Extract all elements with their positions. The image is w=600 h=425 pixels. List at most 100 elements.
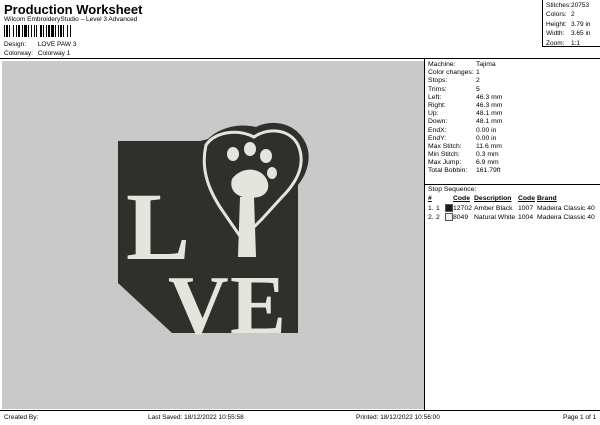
info-row: Right: 46.3 mm	[428, 102, 600, 110]
summary-label: Zoom:	[546, 39, 565, 47]
row-stop: 1	[436, 204, 440, 212]
col-header-brand: Brand	[537, 195, 557, 202]
barcode	[4, 25, 112, 37]
info-value: 46.3 mm	[476, 93, 503, 101]
info-label: Machine:	[428, 61, 456, 68]
info-row: EndY: 0.00 in	[428, 135, 600, 143]
info-row: Machine: Tajima	[428, 61, 600, 69]
info-row: EndX: 0.00 in	[428, 127, 600, 135]
col-header-thread-code: Code	[518, 195, 535, 202]
row-swatch	[445, 213, 453, 223]
created-by: Created By:	[4, 414, 39, 421]
info-value: 5	[476, 85, 480, 93]
letter-e: E	[230, 259, 286, 352]
info-row: Up: 48.1 mm	[428, 110, 600, 118]
info-row: Left: 46.3 mm	[428, 94, 600, 102]
info-label: EndY:	[428, 134, 447, 142]
table-row: 2. 2 8049 Natural White 1004 Madeira Cla…	[425, 213, 600, 223]
col-header-index: #	[428, 195, 432, 202]
info-label: Min Stitch:	[428, 151, 460, 159]
color-swatch	[445, 203, 453, 212]
info-label: Right:	[428, 101, 446, 109]
col-header-swatch	[445, 194, 453, 204]
info-row: Total Bobbin: 161.79ft	[428, 167, 600, 175]
info-value: 2	[476, 77, 480, 85]
summary-value: 2	[571, 11, 575, 19]
info-row: Color changes: 1	[428, 69, 600, 77]
info-label: Color changes:	[428, 69, 474, 77]
info-value: 1	[476, 69, 480, 77]
column-divider	[424, 58, 425, 410]
row-index: 2.	[428, 214, 434, 221]
info-value: 6.9 mm	[476, 159, 499, 167]
summary-row: Stitches:20753	[546, 1, 600, 10]
info-label: Stops:	[428, 77, 448, 85]
colorway-label: Colorway:	[4, 50, 33, 57]
info-row: Min Stitch: 0.3 mm	[428, 151, 600, 159]
info-value: 161.79ft	[476, 167, 501, 175]
summary-value: 3.79 in	[571, 20, 591, 28]
col-header-description: Description	[474, 195, 512, 202]
info-value: 48.1 mm	[476, 118, 503, 126]
info-label: Trims:	[428, 85, 447, 93]
printed-date: Printed: 18/12/2022 10:56:00	[356, 414, 440, 421]
embroidery-design: L V E	[118, 122, 309, 352]
row-thread-code: 1004	[518, 214, 534, 221]
stop-sequence: Stop Sequence: # Code Description Code B…	[425, 186, 600, 223]
info-label: Down:	[428, 118, 448, 126]
info-row: Stops: 2	[428, 77, 600, 85]
info-label: Total Bobbin:	[428, 167, 468, 175]
info-label: Up:	[428, 110, 439, 118]
summary-row: Width: 3.65 in	[546, 29, 600, 38]
colorway-value: Colorway 1	[37, 50, 71, 57]
info-value: Tajima	[476, 61, 496, 68]
stop-sequence-table: # Code Description Code Brand 1. 1 12702…	[425, 194, 600, 223]
info-label: Max Stitch:	[428, 142, 462, 150]
page-number: Page 1 of 1	[563, 414, 597, 421]
barcode-bar	[71, 25, 72, 37]
col-header-stop	[436, 194, 445, 204]
table-header-row: # Code Description Code Brand	[425, 194, 600, 204]
stop-sequence-title: Stop Sequence:	[428, 186, 477, 193]
info-row: Trims: 5	[428, 86, 600, 94]
info-value: 0.00 in	[476, 134, 497, 142]
summary-row: Height: 3.79 in	[546, 20, 600, 29]
page-title: Production Worksheet	[4, 2, 143, 17]
summary-box: Stitches:20753 Colors: 2 Height: 3.79 in W…	[542, 0, 600, 47]
summary-label: Height:	[546, 20, 567, 28]
info-row: Max Stitch: 11.6 mm	[428, 143, 600, 151]
summary-value: 1:1	[571, 39, 581, 47]
design-preview: L V E	[2, 61, 424, 409]
row-code: 12702	[453, 204, 472, 212]
row-code: 8049	[453, 214, 469, 221]
summary-value: 3.65 in	[571, 30, 591, 38]
table-row: 1. 1 12702 Amber Black 1007 Madeira Clas…	[425, 203, 600, 214]
software-name: Wilcom EmbroideryStudio – Level 3 Advanc…	[4, 16, 138, 23]
row-thread-code: 1007	[518, 204, 534, 212]
info-label: EndX:	[428, 126, 447, 134]
last-saved: Last Saved: 18/12/2022 10:55:58	[148, 414, 244, 421]
col-header-code: Code	[453, 195, 470, 202]
letter-v: V	[168, 259, 229, 352]
row-swatch	[445, 203, 453, 214]
summary-value: 20753	[571, 2, 590, 9]
info-label: Max Jump:	[428, 159, 462, 167]
summary-row: Zoom: 1:1	[546, 39, 600, 48]
row-description: Amber Black	[474, 204, 513, 212]
summary-label: Colors:	[546, 11, 567, 19]
summary-row: Colors: 2	[546, 10, 600, 19]
row-stop: 2	[436, 214, 440, 221]
row-index: 1.	[428, 204, 434, 212]
machine-info: Machine: Tajima Color changes: 1 Stops: 2 T…	[428, 61, 600, 176]
design-value: LOVE PAW 3	[37, 41, 77, 48]
production-worksheet: Production Worksheet Wilcom EmbroiderySt…	[0, 0, 600, 424]
summary-label: Stitches:	[546, 2, 571, 9]
color-swatch	[445, 213, 453, 222]
info-value: 0.00 in	[476, 126, 497, 134]
design-row: Design: LOVE PAW 3	[4, 41, 76, 48]
info-value: 46.3 mm	[476, 101, 503, 109]
footer: Created By: Last Saved: 18/12/2022 10:55…	[0, 410, 600, 425]
colorway-row: Colorway: Colorway 1	[4, 50, 70, 57]
row-brand: Madeira Classic 40	[537, 214, 595, 221]
row-brand: Madeira Classic 40	[537, 204, 595, 212]
